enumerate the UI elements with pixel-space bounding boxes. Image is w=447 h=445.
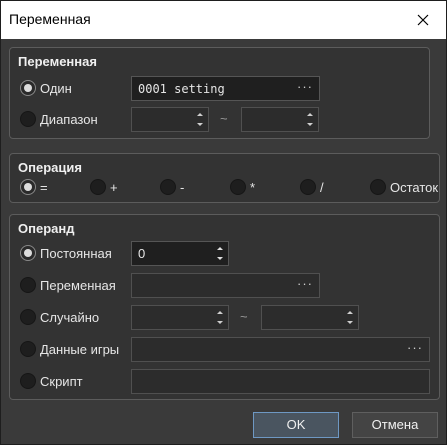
radio-constant-indicator (20, 245, 36, 261)
ok-button[interactable]: OK (253, 412, 339, 438)
radio-range-label: Диапазон (40, 111, 98, 127)
random-min-field[interactable] (131, 305, 229, 330)
close-button[interactable] (400, 1, 446, 39)
radio-op-divide-label: / (320, 179, 324, 195)
radio-game-data[interactable]: Данные игры (20, 341, 119, 357)
random-max-field[interactable] (261, 305, 359, 330)
radio-single-indicator (20, 80, 36, 96)
close-icon (417, 14, 429, 26)
operand-group-title: Операнд (18, 221, 75, 236)
radio-op-assign[interactable]: = (20, 179, 48, 195)
radio-game-data-label: Данные игры (40, 341, 120, 357)
radio-op-add[interactable]: + (90, 179, 118, 195)
radio-op-divide[interactable]: / (300, 179, 324, 195)
spin-arrows-icon[interactable] (344, 307, 356, 328)
constant-value: 0 (138, 246, 146, 261)
game-data-field[interactable]: ··· (131, 337, 430, 362)
radio-op-modulo-indicator (370, 179, 386, 195)
radio-random-indicator (20, 309, 36, 325)
constant-value-field[interactable]: 0 (131, 241, 229, 266)
radio-op-add-indicator (90, 179, 106, 195)
radio-op-multiply-label: * (250, 179, 256, 195)
radio-range[interactable]: Диапазон (20, 111, 98, 127)
radio-operand-variable[interactable]: Переменная (20, 277, 116, 293)
operation-group: Операция = + - * / Остаток (9, 153, 440, 203)
operand-group: Операнд Постоянная 0 Переменная ··· Случ… (9, 214, 440, 400)
radio-op-subtract[interactable]: - (160, 179, 184, 195)
radio-single-label: Один (40, 80, 72, 96)
script-field[interactable] (131, 369, 430, 394)
ellipsis-icon[interactable]: ··· (297, 276, 313, 291)
radio-op-divide-indicator (300, 179, 316, 195)
radio-range-indicator (20, 111, 36, 127)
radio-constant[interactable]: Постоянная (20, 245, 112, 261)
radio-operand-variable-indicator (20, 277, 36, 293)
radio-op-modulo[interactable]: Остаток (370, 179, 438, 195)
radio-random-label: Случайно (40, 309, 100, 325)
radio-op-assign-indicator (20, 179, 36, 195)
single-variable-value: 0001 setting (138, 82, 225, 96)
radio-op-add-label: + (110, 179, 118, 195)
radio-op-modulo-label: Остаток (390, 179, 439, 195)
ellipsis-icon[interactable]: ··· (297, 79, 313, 94)
range-end-field[interactable] (241, 107, 319, 132)
spin-arrows-icon[interactable] (194, 109, 206, 130)
radio-script-label: Скрипт (40, 373, 83, 389)
radio-op-multiply[interactable]: * (230, 179, 255, 195)
range-separator: ~ (220, 111, 228, 126)
ellipsis-icon[interactable]: ··· (407, 340, 423, 355)
window-title: Переменная (9, 11, 91, 27)
radio-op-multiply-indicator (230, 179, 246, 195)
single-variable-field[interactable]: 0001 setting ··· (131, 76, 320, 101)
operation-group-title: Операция (18, 160, 82, 175)
spin-arrows-icon[interactable] (304, 109, 316, 130)
spin-arrows-icon[interactable] (214, 243, 226, 264)
variable-group-title: Переменная (18, 54, 97, 69)
radio-single[interactable]: Один (20, 80, 72, 96)
spin-arrows-icon[interactable] (214, 307, 226, 328)
random-separator: ~ (240, 309, 248, 324)
range-start-field[interactable] (131, 107, 209, 132)
title-bar: Переменная (1, 1, 446, 39)
operand-variable-field[interactable]: ··· (131, 273, 320, 298)
radio-script-indicator (20, 373, 36, 389)
radio-constant-label: Постоянная (40, 245, 112, 261)
radio-random[interactable]: Случайно (20, 309, 99, 325)
dialog-window: Переменная Переменная Один 0001 setting … (0, 0, 447, 445)
variable-group: Переменная Один 0001 setting ··· Диапазо… (9, 47, 430, 139)
radio-script[interactable]: Скрипт (20, 373, 83, 389)
radio-operand-variable-label: Переменная (40, 277, 116, 293)
cancel-button[interactable]: Отмена (352, 412, 438, 438)
radio-op-subtract-label: - (180, 179, 185, 195)
radio-game-data-indicator (20, 341, 36, 357)
radio-op-subtract-indicator (160, 179, 176, 195)
radio-op-assign-label: = (40, 179, 48, 195)
